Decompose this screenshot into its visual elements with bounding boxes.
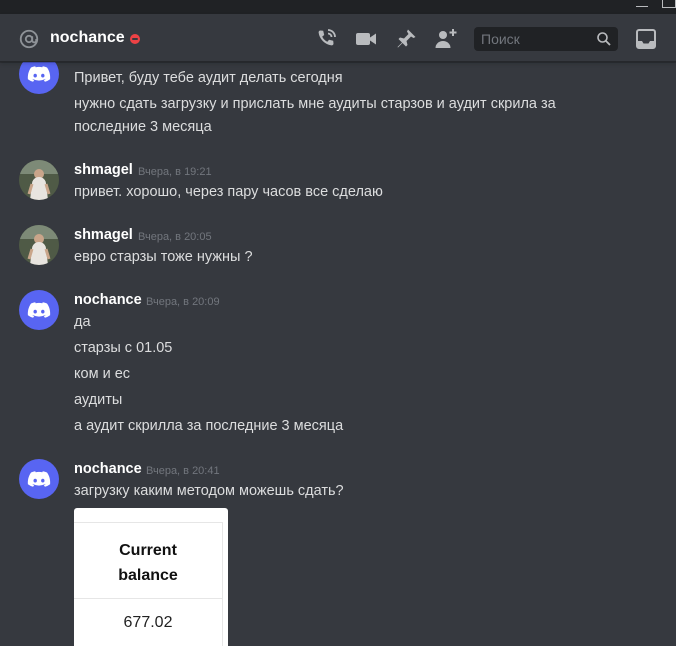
message-author[interactable]: shmagel bbox=[74, 162, 133, 178]
message-line: ком и ес bbox=[74, 366, 131, 382]
message-author[interactable]: nochance bbox=[74, 461, 142, 477]
add-friend-icon[interactable] bbox=[434, 27, 458, 51]
message-line: евро старзы тоже нужны ? bbox=[74, 249, 253, 265]
dnd-status-icon bbox=[130, 34, 140, 44]
discord-logo-icon bbox=[27, 66, 51, 82]
user-photo-icon bbox=[19, 160, 59, 200]
table-header: Current balance bbox=[74, 538, 222, 588]
avatar[interactable] bbox=[19, 160, 59, 200]
channel-header: nochance Поиск bbox=[0, 14, 676, 62]
message-line: Привет, буду тебе аудит делать сегодня bbox=[74, 70, 343, 86]
inbox-icon[interactable] bbox=[634, 27, 658, 51]
search-placeholder: Поиск bbox=[481, 31, 520, 47]
at-icon bbox=[19, 29, 39, 49]
channel-title: nochance bbox=[50, 29, 125, 46]
minimize-button[interactable] bbox=[636, 6, 648, 7]
message-list[interactable]: Привет, буду тебе аудит делать сегодня н… bbox=[0, 62, 676, 646]
avatar[interactable] bbox=[19, 290, 59, 330]
discord-logo-icon bbox=[27, 471, 51, 487]
pin-icon[interactable] bbox=[394, 27, 418, 51]
message-line: привет. хорошо, через пару часов все сде… bbox=[74, 184, 383, 200]
message-line: да bbox=[74, 314, 91, 330]
table-divider bbox=[222, 522, 223, 646]
table-header-line: Current bbox=[119, 542, 177, 559]
search-input[interactable]: Поиск bbox=[474, 27, 618, 51]
message-author[interactable]: nochance bbox=[74, 292, 142, 308]
voice-call-icon[interactable] bbox=[314, 27, 338, 51]
image-attachment[interactable]: Current balance 677.02 bbox=[74, 508, 228, 646]
message-timestamp: Вчера, в 20:05 bbox=[138, 231, 212, 243]
maximize-button[interactable] bbox=[662, 0, 676, 8]
discord-logo-icon bbox=[27, 302, 51, 318]
message-line: старзы с 01.05 bbox=[74, 340, 173, 356]
message-line: аудиты bbox=[74, 392, 123, 408]
message-line: нужно сдать загрузку и прислать мне ауди… bbox=[74, 96, 556, 112]
table-cell: 677.02 bbox=[123, 614, 173, 631]
avatar[interactable] bbox=[19, 225, 59, 265]
message-timestamp: Вчера, в 19:21 bbox=[138, 166, 212, 178]
avatar[interactable] bbox=[19, 62, 59, 94]
user-photo-icon bbox=[19, 225, 59, 265]
table-divider bbox=[74, 522, 222, 523]
video-call-icon[interactable] bbox=[354, 27, 378, 51]
search-icon bbox=[597, 32, 611, 46]
table-header-line: balance bbox=[118, 567, 178, 584]
table-divider bbox=[74, 598, 222, 599]
message-timestamp: Вчера, в 20:09 bbox=[146, 296, 220, 308]
avatar[interactable] bbox=[19, 459, 59, 499]
message-line: а аудит скрилла за последние 3 месяца bbox=[74, 418, 344, 434]
window-titlebar bbox=[0, 0, 676, 14]
message-line: последние 3 месяца bbox=[74, 119, 212, 135]
message-line: загрузку каким методом можешь сдать? bbox=[74, 483, 344, 499]
message-timestamp: Вчера, в 20:41 bbox=[146, 465, 220, 477]
message-author[interactable]: shmagel bbox=[74, 227, 133, 243]
